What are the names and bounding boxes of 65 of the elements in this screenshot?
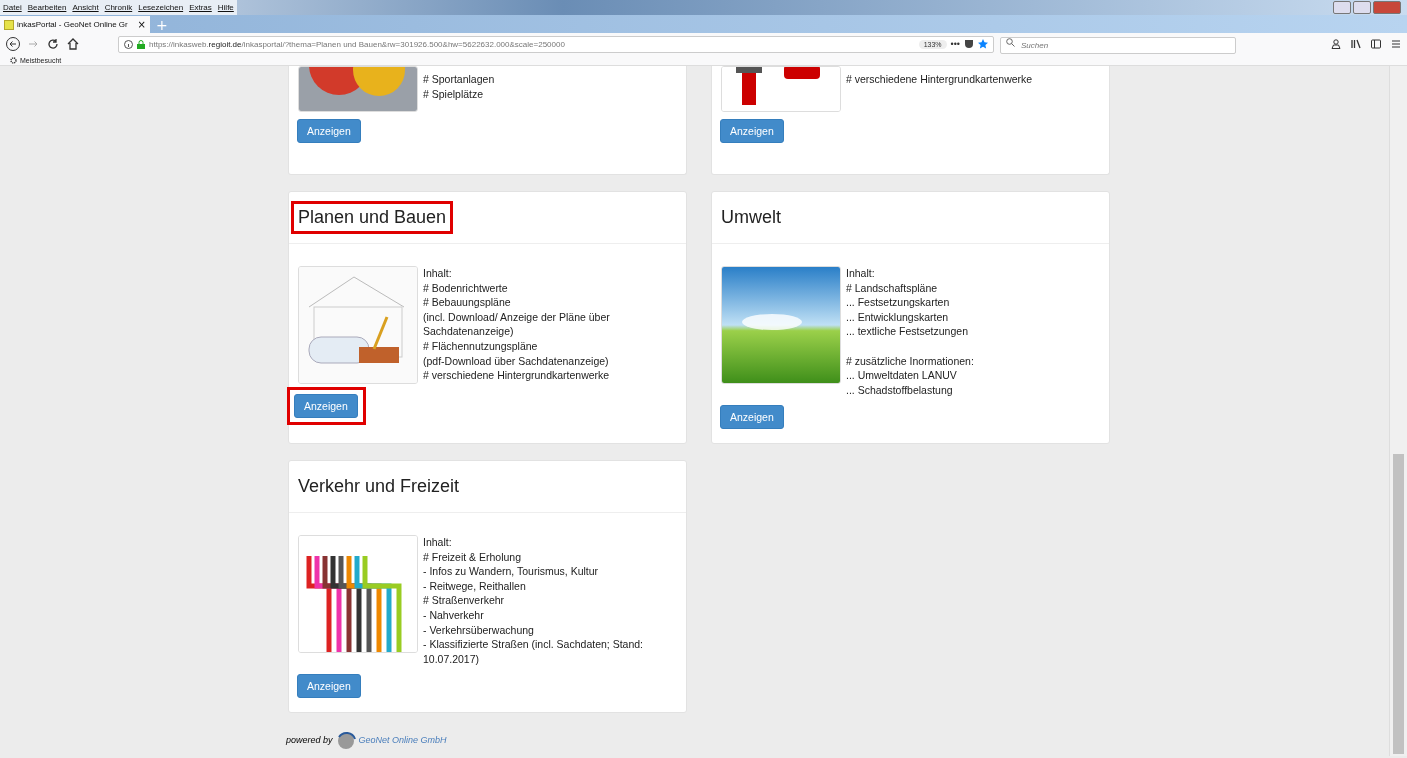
sidebar-icon[interactable] [1371,39,1381,49]
content-line: (pdf-Download über Sachdatenanzeige) [423,353,610,369]
menu-item[interactable]: Extras [189,3,212,12]
pocket-icon[interactable] [964,39,974,49]
maximize-button[interactable] [1353,1,1371,14]
content-line: - Nahverkehr [423,607,485,623]
info-icon [124,39,133,49]
content-line: - Klassifizierte Straßen (incl. Sachdaten; Stand: 10.07.2017) [423,637,645,667]
show-button[interactable]: Anzeigen [294,394,358,418]
favicon-icon [4,19,14,30]
gear-icon [10,56,17,64]
menu-item[interactable]: Ansicht [72,3,99,12]
show-button[interactable]: Anzeigen [297,674,361,699]
show-button[interactable]: Anzeigen [297,119,361,143]
search-field[interactable]: Suchen [1000,37,1236,54]
menu-item[interactable]: Datei [3,3,22,12]
tab-title: inkasPortal - GeoNet Online Gr [17,20,129,29]
card-title: Umwelt [720,206,782,229]
content-line: # Bodenrichtwerte [423,280,509,296]
content-line: # zusätzliche Inormationen: [846,353,975,369]
menu-icon[interactable] [1391,39,1401,49]
content-line: - Verkehrsüberwachung [423,622,535,638]
content-line: ... Festsetzungskarten [846,295,951,310]
account-icon[interactable] [1331,39,1341,49]
content-line: # verschiedene Hintergrundkartenwerke [423,368,611,383]
scrollbar[interactable] [1389,66,1407,756]
menu-item[interactable]: Bearbeiten [27,3,67,12]
company-link[interactable]: GeoNet Online GmbH [358,735,447,745]
close-icon[interactable]: × [137,19,146,30]
more-icon[interactable]: ••• [950,39,960,49]
content-line: ... textliche Festsetzungen [846,324,969,339]
content-line: (incl. Download/ Anzeige der Pläne über Sachdatenanzeige) [423,309,611,339]
reload-icon[interactable] [46,37,60,51]
menu-item[interactable]: Hilfe [217,3,234,12]
library-icon[interactable] [1351,39,1361,49]
back-icon[interactable] [6,37,20,51]
content-line: Inhalt: [423,266,453,281]
content-line: # verschiedene Hintergrundkartenwerke [846,72,1034,87]
content-line: ... Entwicklungskarten [846,309,950,325]
content-line: # Straßenverkehr [423,593,506,608]
content-line: ... Schadstoffbelastung [846,382,954,398]
content-line: # Spielplätze [423,86,485,102]
content-line: Inhalt: [423,535,453,550]
minimize-button[interactable] [1333,1,1351,14]
menu-item[interactable]: Chronik [104,3,133,12]
menu-item[interactable]: Lesezeichen [138,3,184,12]
content-line: # Sportanlagen [423,72,496,87]
content-line: ... Umweltdaten LANUV [846,368,958,383]
content-line: Inhalt: [846,266,876,281]
star-icon[interactable] [978,39,988,49]
content-line: # Flächennutzungspläne [423,338,539,354]
card-title: Planen und Bauen [291,201,454,234]
content-line: # Freizeit & Erholung [423,549,523,565]
card-title: Verkehr und Freizeit [297,475,461,498]
lock-icon [137,39,145,49]
content-line: - Reitwege, Reithallen [423,578,527,594]
browser-tab[interactable]: inkasPortal - GeoNet Online Gr × [0,16,150,33]
content-line: - Infos zu Wandern, Tourismus, Kultur [423,564,600,579]
powered-by-text: powered by [286,735,333,745]
home-icon[interactable] [66,37,80,51]
content-line: # Landschaftspläne [846,280,939,296]
show-button[interactable]: Anzeigen [720,119,784,143]
url-text: https://inkasweb.regioit.de/inkasportal/?thema=Planen und Bauen&rw=301926.500&hw=5622632.000&scale=250000 [149,39,565,49]
show-button[interactable]: Anzeigen [720,405,784,430]
content-line: # Bebauungspläne [423,295,512,310]
